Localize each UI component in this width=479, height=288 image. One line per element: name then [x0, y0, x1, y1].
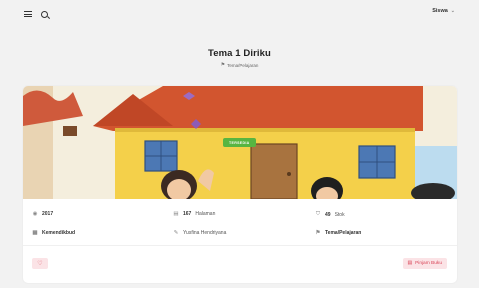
book-icon: ▤ — [407, 261, 413, 266]
card-actions: ♡ ▤ Pinjam Buku — [23, 246, 457, 283]
book-header: Tema 1 Diriku ⚑ Tema/Pelajaran — [0, 48, 479, 68]
book-meta: ◉ 2017 ▤ 167 Halaman ⛉ 49 Stok ▦ Kemendi… — [23, 199, 457, 245]
pen-icon: ✎ — [173, 230, 179, 236]
book-publisher: Kemendikbud — [42, 230, 76, 236]
meta-stock: ⛉ 49 Stok — [315, 211, 345, 218]
book-author: Yusfina Hendriyana — [183, 230, 227, 236]
book-category-path: Tema/Pelajaran — [227, 62, 259, 68]
book-category-line: ⚑ Tema/Pelajaran — [0, 62, 479, 68]
pages-label: Halaman — [195, 211, 216, 217]
menu-button[interactable] — [22, 8, 34, 20]
tag-icon: ⚑ — [220, 62, 226, 68]
stock-label: Stok — [334, 211, 345, 218]
pages-icon: ▤ — [173, 211, 179, 217]
book-card: TERSEDIA ◉ 2017 ▤ 167 Halaman ⛉ 49 Stok … — [23, 86, 457, 283]
chevron-down-icon: ⌄ — [450, 8, 455, 14]
meta-author: ✎ Yusfina Hendriyana — [173, 230, 227, 236]
pages-count: 167 — [183, 211, 192, 217]
page-title: Tema 1 Diriku — [208, 48, 271, 59]
building-icon: ▦ — [32, 230, 38, 236]
search-button[interactable] — [38, 8, 50, 20]
user-name: Siswa — [432, 8, 448, 14]
hamburger-icon — [24, 11, 32, 17]
favorite-button[interactable]: ♡ — [32, 258, 48, 269]
calendar-icon: ◉ — [32, 211, 38, 217]
meta-year: ◉ 2017 — [32, 211, 54, 217]
book-cover-image: TERSEDIA — [23, 86, 457, 199]
meta-publisher: ▦ Kemendikbud — [32, 230, 75, 236]
meta-pages: ▤ 167 Halaman — [173, 211, 215, 217]
book-year: 2017 — [42, 211, 54, 217]
cart-icon: ⛉ — [315, 211, 321, 217]
tag-icon: ⚑ — [315, 230, 321, 236]
search-icon — [40, 10, 48, 18]
book-category: Tema/Pelajaran — [325, 230, 362, 236]
borrow-button[interactable]: ▤ Pinjam Buku — [402, 258, 447, 269]
user-menu[interactable]: Siswa ⌄ — [432, 8, 455, 14]
heart-icon: ♡ — [37, 261, 43, 267]
borrow-button-label: Pinjam Buku — [415, 261, 442, 266]
top-bar: Siswa ⌄ — [0, 0, 479, 28]
status-badge: TERSEDIA — [223, 138, 256, 147]
stock-count: 49 — [325, 211, 331, 218]
meta-category: ⚑ Tema/Pelajaran — [315, 230, 362, 236]
